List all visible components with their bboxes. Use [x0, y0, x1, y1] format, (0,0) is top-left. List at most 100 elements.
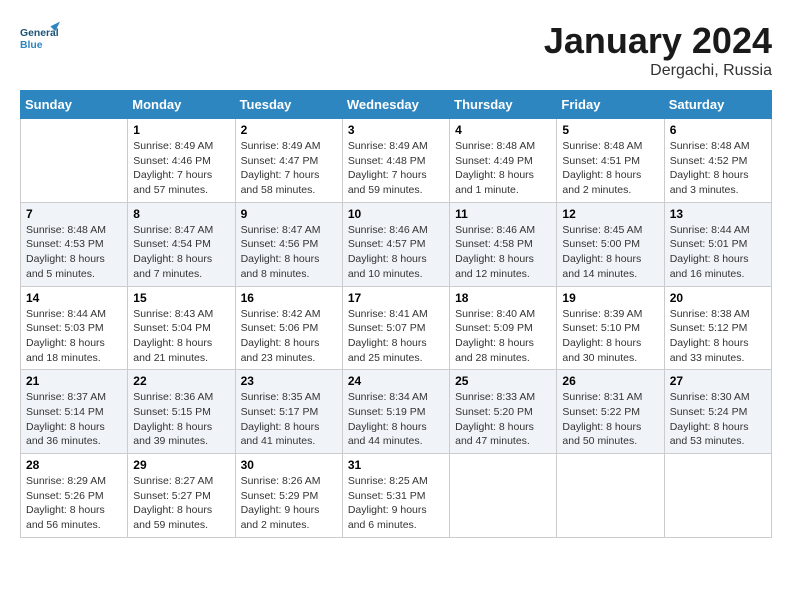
sunset: Sunset: 5:15 PM: [133, 406, 211, 418]
calendar-cell: 26 Sunrise: 8:31 AM Sunset: 5:22 PM Dayl…: [557, 370, 664, 454]
daylight: Daylight: 7 hours and 59 minutes.: [348, 169, 427, 196]
sunrise: Sunrise: 8:39 AM: [562, 308, 642, 320]
calendar-cell: 22 Sunrise: 8:36 AM Sunset: 5:15 PM Dayl…: [128, 370, 235, 454]
day-info: Sunrise: 8:33 AM Sunset: 5:20 PM Dayligh…: [455, 390, 551, 449]
day-info: Sunrise: 8:30 AM Sunset: 5:24 PM Dayligh…: [670, 390, 766, 449]
sunrise: Sunrise: 8:41 AM: [348, 308, 428, 320]
day-number: 2: [241, 123, 337, 137]
daylight: Daylight: 8 hours and 28 minutes.: [455, 337, 534, 364]
daylight: Daylight: 8 hours and 36 minutes.: [26, 421, 105, 448]
day-number: 4: [455, 123, 551, 137]
day-info: Sunrise: 8:44 AM Sunset: 5:01 PM Dayligh…: [670, 223, 766, 282]
sunset: Sunset: 4:52 PM: [670, 155, 748, 167]
day-number: 26: [562, 374, 658, 388]
day-number: 5: [562, 123, 658, 137]
sunset: Sunset: 4:54 PM: [133, 238, 211, 250]
day-number: 18: [455, 291, 551, 305]
sunrise: Sunrise: 8:36 AM: [133, 391, 213, 403]
sunset: Sunset: 5:29 PM: [241, 490, 319, 502]
calendar-week-row: 28 Sunrise: 8:29 AM Sunset: 5:26 PM Dayl…: [21, 454, 772, 538]
calendar-cell: 27 Sunrise: 8:30 AM Sunset: 5:24 PM Dayl…: [664, 370, 771, 454]
sunrise: Sunrise: 8:48 AM: [455, 140, 535, 152]
sunrise: Sunrise: 8:48 AM: [670, 140, 750, 152]
sunrise: Sunrise: 8:29 AM: [26, 475, 106, 487]
daylight: Daylight: 8 hours and 39 minutes.: [133, 421, 212, 448]
day-info: Sunrise: 8:48 AM Sunset: 4:49 PM Dayligh…: [455, 139, 551, 198]
day-number: 16: [241, 291, 337, 305]
day-info: Sunrise: 8:39 AM Sunset: 5:10 PM Dayligh…: [562, 307, 658, 366]
calendar-cell: 12 Sunrise: 8:45 AM Sunset: 5:00 PM Dayl…: [557, 202, 664, 286]
daylight: Daylight: 8 hours and 2 minutes.: [562, 169, 641, 196]
daylight: Daylight: 8 hours and 12 minutes.: [455, 253, 534, 280]
daylight: Daylight: 8 hours and 41 minutes.: [241, 421, 320, 448]
calendar-table: Sunday Monday Tuesday Wednesday Thursday…: [20, 90, 772, 538]
header-friday: Friday: [557, 91, 664, 119]
daylight: Daylight: 8 hours and 1 minute.: [455, 169, 534, 196]
sunset: Sunset: 5:26 PM: [26, 490, 104, 502]
header-wednesday: Wednesday: [342, 91, 449, 119]
calendar-week-row: 14 Sunrise: 8:44 AM Sunset: 5:03 PM Dayl…: [21, 286, 772, 370]
day-number: 28: [26, 458, 122, 472]
sunrise: Sunrise: 8:40 AM: [455, 308, 535, 320]
day-info: Sunrise: 8:46 AM Sunset: 4:57 PM Dayligh…: [348, 223, 444, 282]
sunset: Sunset: 5:03 PM: [26, 322, 104, 334]
sunset: Sunset: 4:58 PM: [455, 238, 533, 250]
sunrise: Sunrise: 8:47 AM: [133, 224, 213, 236]
sunset: Sunset: 5:19 PM: [348, 406, 426, 418]
sunrise: Sunrise: 8:49 AM: [348, 140, 428, 152]
day-info: Sunrise: 8:40 AM Sunset: 5:09 PM Dayligh…: [455, 307, 551, 366]
day-number: 27: [670, 374, 766, 388]
sunset: Sunset: 5:17 PM: [241, 406, 319, 418]
calendar-cell: 10 Sunrise: 8:46 AM Sunset: 4:57 PM Dayl…: [342, 202, 449, 286]
sunrise: Sunrise: 8:26 AM: [241, 475, 321, 487]
daylight: Daylight: 8 hours and 10 minutes.: [348, 253, 427, 280]
calendar-cell: 14 Sunrise: 8:44 AM Sunset: 5:03 PM Dayl…: [21, 286, 128, 370]
calendar-cell: 30 Sunrise: 8:26 AM Sunset: 5:29 PM Dayl…: [235, 454, 342, 538]
day-number: 9: [241, 207, 337, 221]
sunrise: Sunrise: 8:42 AM: [241, 308, 321, 320]
day-info: Sunrise: 8:25 AM Sunset: 5:31 PM Dayligh…: [348, 474, 444, 533]
sunrise: Sunrise: 8:48 AM: [562, 140, 642, 152]
calendar-cell: 17 Sunrise: 8:41 AM Sunset: 5:07 PM Dayl…: [342, 286, 449, 370]
daylight: Daylight: 8 hours and 5 minutes.: [26, 253, 105, 280]
day-number: 11: [455, 207, 551, 221]
day-info: Sunrise: 8:27 AM Sunset: 5:27 PM Dayligh…: [133, 474, 229, 533]
sunset: Sunset: 4:49 PM: [455, 155, 533, 167]
day-info: Sunrise: 8:45 AM Sunset: 5:00 PM Dayligh…: [562, 223, 658, 282]
sunrise: Sunrise: 8:35 AM: [241, 391, 321, 403]
daylight: Daylight: 8 hours and 53 minutes.: [670, 421, 749, 448]
calendar-cell: 5 Sunrise: 8:48 AM Sunset: 4:51 PM Dayli…: [557, 119, 664, 203]
calendar-cell: 3 Sunrise: 8:49 AM Sunset: 4:48 PM Dayli…: [342, 119, 449, 203]
month-title: January 2024: [544, 20, 772, 62]
sunset: Sunset: 5:20 PM: [455, 406, 533, 418]
calendar-cell: 20 Sunrise: 8:38 AM Sunset: 5:12 PM Dayl…: [664, 286, 771, 370]
daylight: Daylight: 8 hours and 23 minutes.: [241, 337, 320, 364]
daylight: Daylight: 8 hours and 25 minutes.: [348, 337, 427, 364]
day-number: 15: [133, 291, 229, 305]
day-info: Sunrise: 8:48 AM Sunset: 4:52 PM Dayligh…: [670, 139, 766, 198]
day-info: Sunrise: 8:49 AM Sunset: 4:48 PM Dayligh…: [348, 139, 444, 198]
sunset: Sunset: 5:06 PM: [241, 322, 319, 334]
calendar-cell: 7 Sunrise: 8:48 AM Sunset: 4:53 PM Dayli…: [21, 202, 128, 286]
daylight: Daylight: 8 hours and 18 minutes.: [26, 337, 105, 364]
daylight: Daylight: 8 hours and 59 minutes.: [133, 504, 212, 531]
sunset: Sunset: 5:04 PM: [133, 322, 211, 334]
sunrise: Sunrise: 8:27 AM: [133, 475, 213, 487]
day-number: 29: [133, 458, 229, 472]
day-info: Sunrise: 8:46 AM Sunset: 4:58 PM Dayligh…: [455, 223, 551, 282]
daylight: Daylight: 8 hours and 16 minutes.: [670, 253, 749, 280]
day-number: 22: [133, 374, 229, 388]
daylight: Daylight: 8 hours and 3 minutes.: [670, 169, 749, 196]
sunrise: Sunrise: 8:37 AM: [26, 391, 106, 403]
sunset: Sunset: 4:56 PM: [241, 238, 319, 250]
daylight: Daylight: 7 hours and 58 minutes.: [241, 169, 320, 196]
calendar-cell: 4 Sunrise: 8:48 AM Sunset: 4:49 PM Dayli…: [450, 119, 557, 203]
daylight: Daylight: 8 hours and 7 minutes.: [133, 253, 212, 280]
day-number: 21: [26, 374, 122, 388]
svg-text:Blue: Blue: [20, 40, 43, 51]
day-info: Sunrise: 8:26 AM Sunset: 5:29 PM Dayligh…: [241, 474, 337, 533]
daylight: Daylight: 8 hours and 33 minutes.: [670, 337, 749, 364]
daylight: Daylight: 8 hours and 50 minutes.: [562, 421, 641, 448]
sunrise: Sunrise: 8:38 AM: [670, 308, 750, 320]
day-number: 12: [562, 207, 658, 221]
